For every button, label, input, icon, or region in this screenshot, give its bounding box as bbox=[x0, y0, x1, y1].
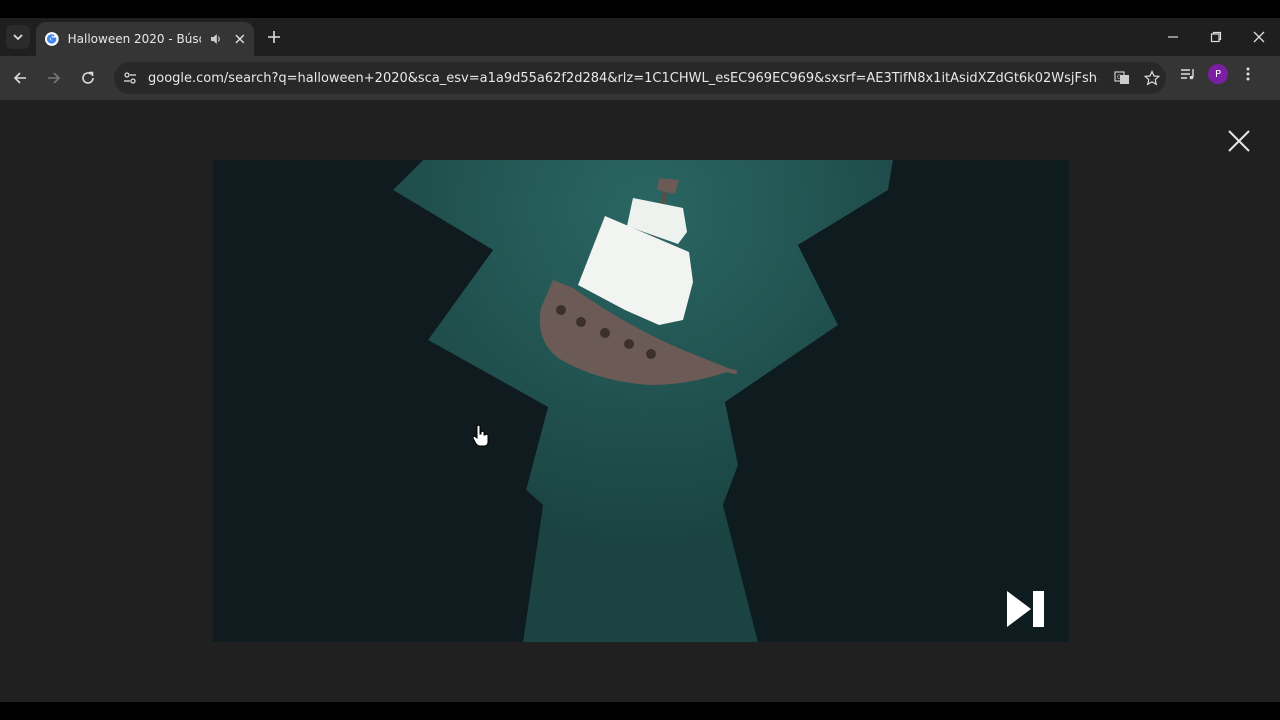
screen: Halloween 2020 - Búsqueda bbox=[0, 0, 1280, 720]
minimize-button[interactable] bbox=[1151, 18, 1194, 56]
restore-button[interactable] bbox=[1194, 18, 1237, 56]
browser-toolbar: google.com/search?q=halloween+2020&sca_e… bbox=[0, 56, 1280, 100]
svg-text:G: G bbox=[1117, 74, 1122, 81]
skip-next-icon bbox=[1007, 591, 1044, 627]
tab-strip: Halloween 2020 - Búsqueda bbox=[0, 18, 1280, 56]
forward-button[interactable] bbox=[40, 64, 68, 92]
new-tab-button[interactable] bbox=[262, 25, 286, 49]
tab-title: Halloween 2020 - Búsqueda bbox=[67, 32, 201, 46]
close-icon bbox=[1253, 31, 1264, 43]
chevron-down-icon bbox=[13, 34, 23, 41]
hand-pointer-icon bbox=[472, 424, 489, 447]
page-content bbox=[0, 100, 1280, 702]
minimize-icon bbox=[1167, 36, 1178, 38]
translate-icon[interactable]: G bbox=[1114, 70, 1130, 86]
doodle-video-player[interactable] bbox=[213, 160, 1069, 642]
plus-icon bbox=[268, 31, 280, 43]
star-icon[interactable] bbox=[1144, 70, 1160, 86]
close-icon bbox=[1228, 130, 1250, 152]
hand-cursor bbox=[471, 424, 491, 448]
close-tab-icon[interactable] bbox=[234, 33, 246, 45]
profile-avatar[interactable]: P bbox=[1208, 64, 1228, 84]
address-bar[interactable]: google.com/search?q=halloween+2020&sca_e… bbox=[114, 62, 1166, 94]
site-settings-icon[interactable] bbox=[122, 70, 138, 86]
window-controls bbox=[1151, 18, 1280, 56]
speaker-icon[interactable] bbox=[209, 32, 223, 46]
tab-search-button[interactable] bbox=[6, 25, 30, 49]
skip-next-button[interactable] bbox=[1005, 588, 1047, 630]
more-vert-icon[interactable] bbox=[1240, 66, 1256, 82]
url-text[interactable]: google.com/search?q=halloween+2020&sca_e… bbox=[148, 71, 1098, 86]
media-controls-icon[interactable] bbox=[1180, 66, 1196, 82]
reload-button[interactable] bbox=[74, 64, 102, 92]
viewer-close-button[interactable] bbox=[1226, 128, 1252, 154]
arrow-right-icon bbox=[48, 72, 61, 84]
google-g-icon bbox=[44, 32, 59, 46]
back-button[interactable] bbox=[6, 64, 34, 92]
close-window-button[interactable] bbox=[1237, 18, 1280, 56]
bottom-letterbox bbox=[0, 702, 1280, 720]
restore-icon bbox=[1210, 31, 1221, 43]
active-tab[interactable]: Halloween 2020 - Búsqueda bbox=[36, 22, 254, 56]
pirate-ship-scene bbox=[213, 160, 1069, 642]
arrow-left-icon bbox=[13, 72, 26, 84]
toolbar-actions: P bbox=[1180, 64, 1256, 84]
reload-icon bbox=[82, 71, 94, 84]
